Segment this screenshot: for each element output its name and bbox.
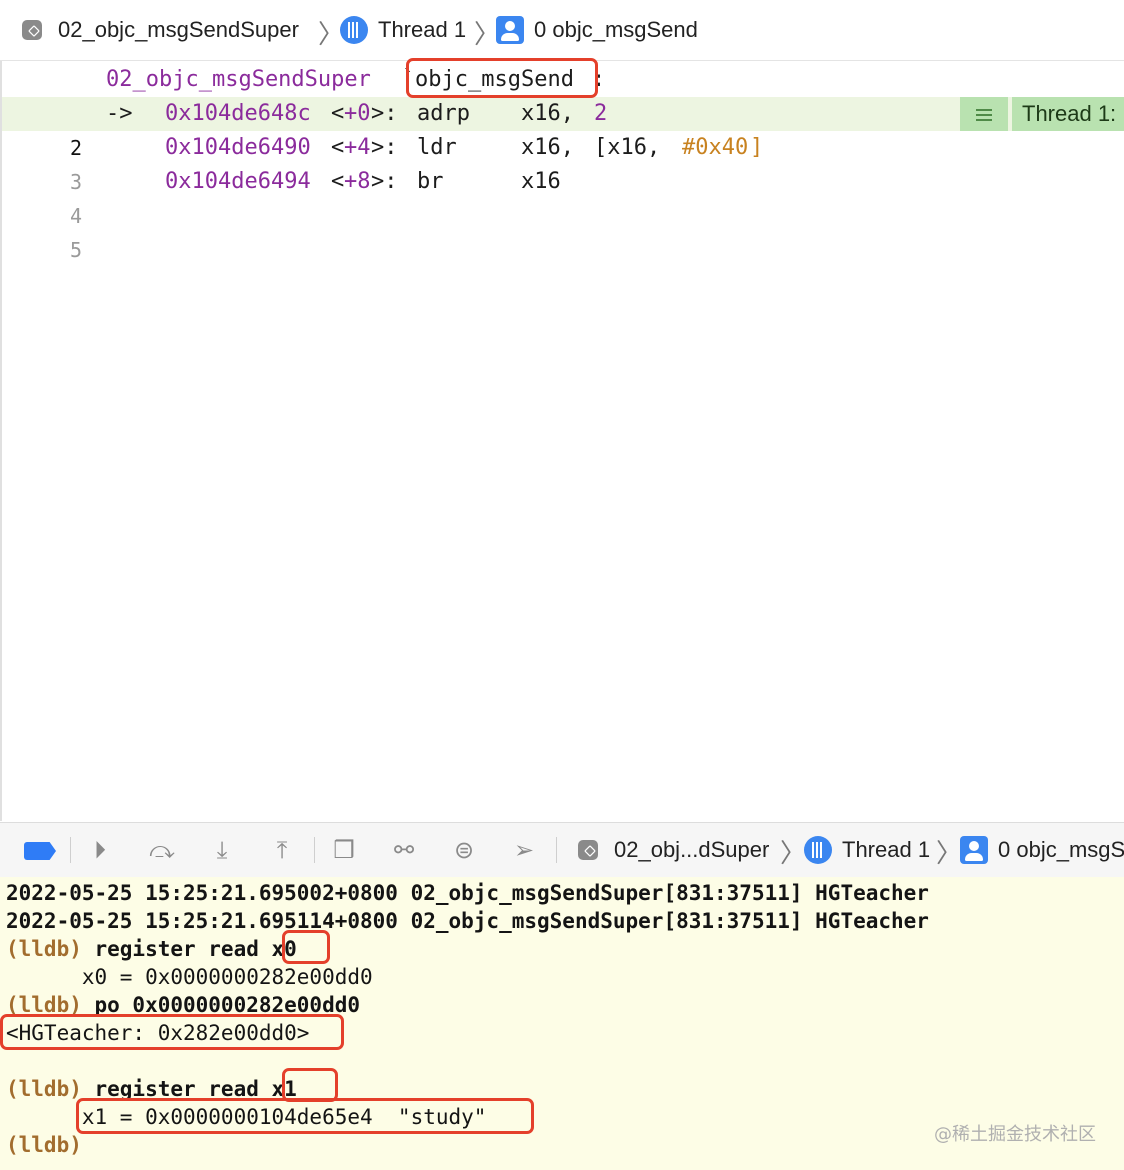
jumpbar-frame-label: 0 objc_msgSend: [534, 17, 698, 42]
lldb-prompt: (lldb): [6, 1133, 82, 1157]
lldb-prompt: (lldb): [6, 1077, 82, 1101]
thread-icon: [804, 836, 832, 864]
jumpbar-target-label: 02_objc_msgSendSuper: [58, 17, 299, 42]
step-into-icon[interactable]: ⤓: [206, 835, 238, 865]
operand-2-base: [x16,: [594, 135, 661, 160]
operand-2-close: ]: [750, 135, 764, 160]
offset-value: +4: [344, 135, 371, 160]
highlight-box-x0: [282, 930, 330, 964]
step-over-icon[interactable]: ⤼: [146, 835, 178, 865]
output-indent: [6, 1105, 82, 1129]
jumpbar-thread[interactable]: Thread 1: [340, 16, 466, 44]
opcode: br: [417, 169, 444, 194]
stack-frame-icon: [960, 836, 988, 864]
command-text: register read: [81, 937, 272, 961]
jumpbar-frame[interactable]: 0 objc_msgSend: [496, 16, 698, 44]
highlight-box-symbol: [406, 58, 598, 98]
disassembly-editor[interactable]: 1 02_objc_msgSendSuper ` objc_msgSend : …: [0, 61, 1124, 821]
highlight-box-x1-output: [76, 1098, 534, 1134]
instruction-address: 0x104de648c: [165, 101, 311, 126]
app-target-icon: [22, 20, 42, 40]
offset-open: <: [331, 169, 345, 194]
view-hierarchy-icon[interactable]: ❒: [328, 835, 360, 865]
chevron-right-icon: 〉: [780, 839, 807, 869]
jumpbar-thread-label: Thread 1: [378, 17, 467, 42]
code-line-3: 3 0x104de6490 < +4 >: ldr x16, [x16, #0x…: [2, 131, 1124, 194]
opcode: ldr: [417, 135, 457, 160]
offset-close: >:: [371, 135, 398, 160]
step-out-icon[interactable]: ⤒: [266, 835, 298, 865]
debugbar-target-label: 02_obj...dSuper: [614, 837, 770, 862]
stack-frame-icon: [496, 16, 524, 44]
debugbar-thread[interactable]: Thread 1: [804, 835, 930, 865]
code-line-2-current: 2 -> 0x104de648c < +0 >: adrp x16, 2 Thr…: [2, 97, 1124, 160]
debugbar-frame-label: 0 objc_msgS: [998, 837, 1124, 862]
code-line-5: 5: [2, 199, 1124, 262]
console-command-line: (lldb) register read x0: [6, 935, 297, 963]
offset-value: +8: [344, 169, 371, 194]
opcode: adrp: [417, 101, 470, 126]
simulate-location-icon[interactable]: ➢: [508, 835, 540, 865]
operand-1: x16,: [521, 101, 574, 126]
instruction-address: 0x104de6494: [165, 169, 311, 194]
offset-value: +0: [344, 101, 371, 126]
offset-close: >:: [371, 101, 398, 126]
console-log-line: 2022-05-25 15:25:21.695002+0800 02_objc_…: [6, 881, 929, 905]
highlight-box-po-output: [0, 1014, 344, 1050]
operand-2-immediate: #0x40: [682, 135, 749, 160]
operand-2: 2: [594, 101, 608, 126]
console-output-line: x0 = 0x0000000282e00dd0: [6, 965, 373, 989]
continue-icon[interactable]: ⏵: [84, 835, 116, 865]
highlight-box-x1: [282, 1068, 338, 1102]
app-target-icon: [578, 840, 598, 860]
thread-icon: [340, 16, 368, 44]
jumpbar-target[interactable]: 02_objc_msgSendSuper: [22, 16, 299, 44]
thread-badge[interactable]: Thread 1:: [1012, 97, 1124, 131]
lldb-prompt: (lldb): [6, 937, 82, 961]
offset-close: >:: [371, 169, 398, 194]
offset-open: <: [331, 135, 345, 160]
jump-bar: 02_objc_msgSendSuper 〉 Thread 1 〉 0 objc…: [0, 0, 1124, 61]
console-log-line: 2022-05-25 15:25:21.695114+0800 02_objc_…: [6, 909, 929, 933]
thread-badge-menu-icon[interactable]: [960, 97, 1008, 131]
chevron-right-icon: 〉: [936, 839, 963, 869]
breakpoints-toggle-icon[interactable]: [24, 842, 56, 860]
memory-graph-icon[interactable]: ⚯: [388, 835, 420, 865]
debugbar-target[interactable]: 02_obj...dSuper: [578, 835, 769, 865]
offset-open: <: [331, 101, 345, 126]
line-number: 5: [69, 238, 82, 262]
console-prompt-line: (lldb): [6, 1131, 82, 1159]
watermark: @稀土掘金技术社区: [934, 1124, 1096, 1145]
operand-1: x16: [521, 169, 561, 194]
debug-bar: ⏵ ⤼ ⤓ ⤒ ❒ ⚯ ⊜ ➢ 02_obj...dSuper 〉 Thread…: [0, 822, 1124, 878]
program-counter-arrow: ->: [106, 101, 133, 126]
debugbar-thread-label: Thread 1: [842, 837, 931, 862]
operand-1: x16,: [521, 135, 574, 160]
debugbar-frame[interactable]: 0 objc_msgS: [960, 835, 1124, 865]
environment-overrides-icon[interactable]: ⊜: [448, 835, 480, 865]
symbol-module: 02_objc_msgSendSuper: [106, 67, 371, 92]
code-line-4: 4 0x104de6494 < +8 >: br x16: [2, 165, 1124, 228]
instruction-address: 0x104de6490: [165, 135, 311, 160]
